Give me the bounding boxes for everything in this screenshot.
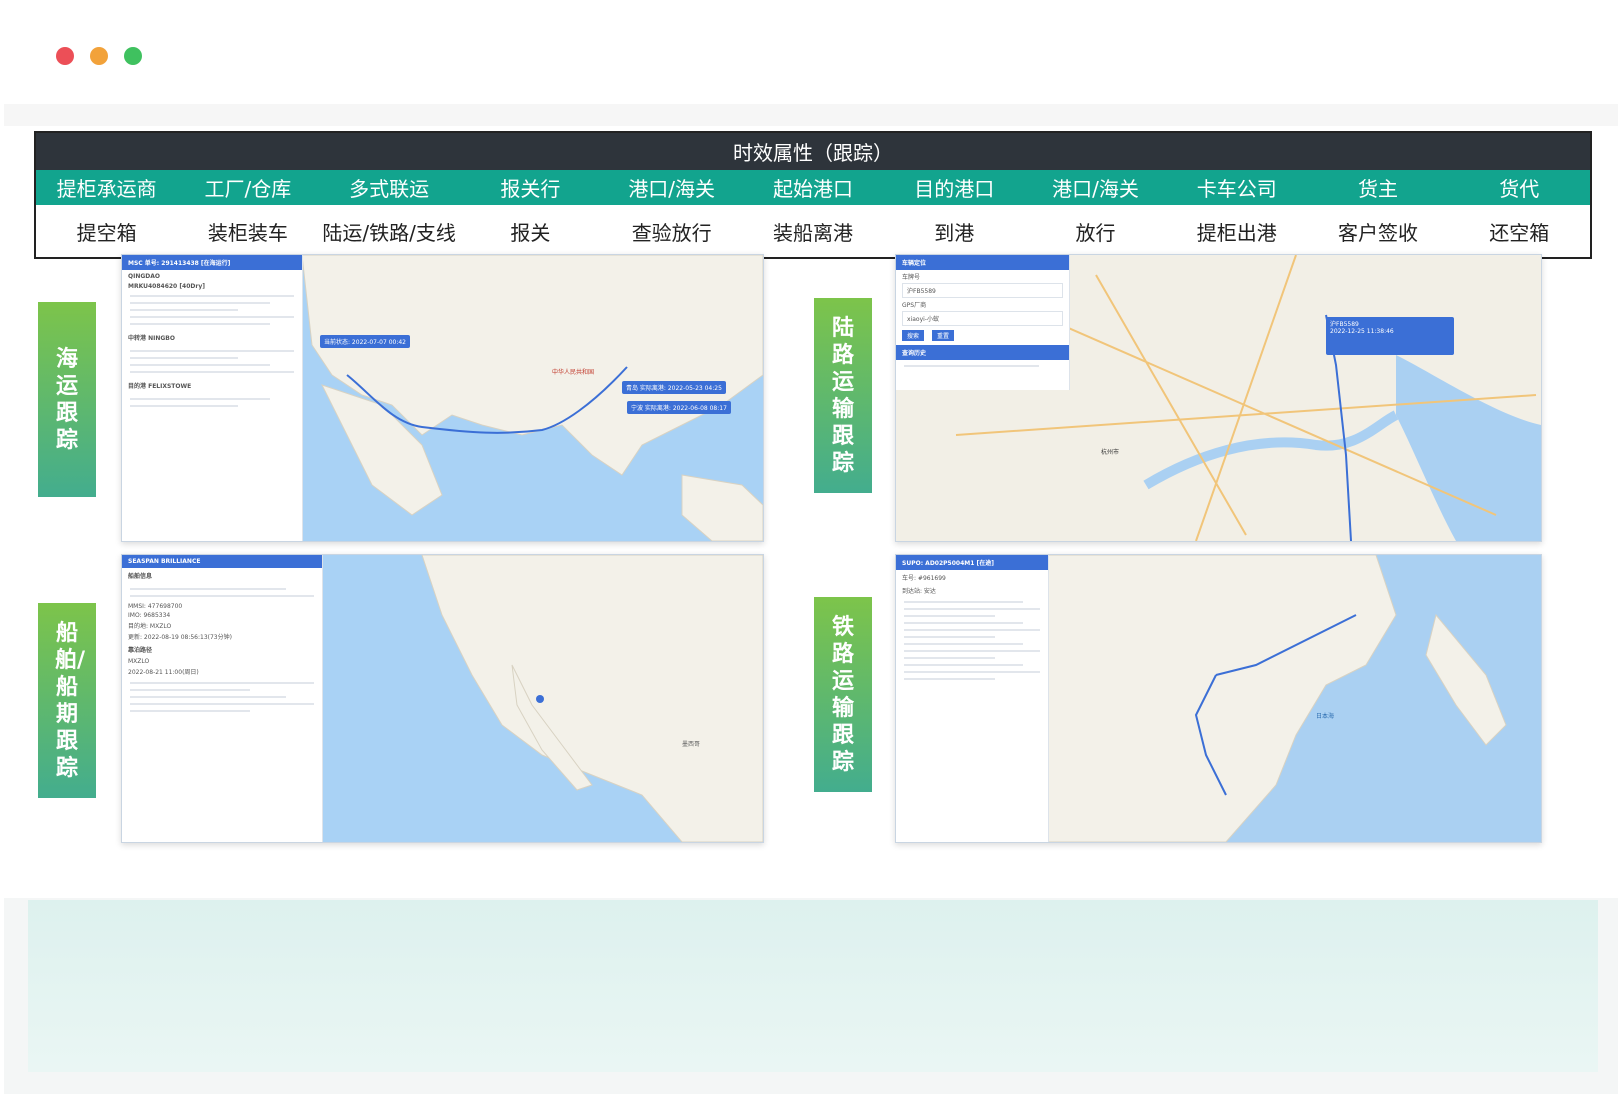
road-panel-title: 车辆定位 xyxy=(896,255,1069,270)
vessel-eta: 2022-08-21 11:00(周日) xyxy=(128,669,199,676)
vessel-imo: IMO: 9685334 xyxy=(128,612,171,619)
road-city-label: 杭州市 xyxy=(1101,449,1120,456)
sea-container[interactable]: MRKU4084620 [40Dry] xyxy=(122,283,302,290)
label-road-text: 陆路运输跟踪 xyxy=(831,315,854,476)
step-cell: 提空箱 xyxy=(76,220,137,245)
label-vessel-text: 船舶/船期跟踪 xyxy=(55,620,86,781)
sea-tracking-screenshot: MSC 单号: 291413438 [在海运行] QINGDAO MRKU408… xyxy=(121,254,764,542)
step-cell: 查验放行 xyxy=(631,220,712,245)
label-rail-tracking: 铁路运输跟踪 xyxy=(814,597,872,792)
rail-car: 车号: #961699 xyxy=(902,575,946,582)
role-cell: 多式联运 xyxy=(349,177,430,201)
top-band xyxy=(4,104,1618,126)
role-cell: 报关行 xyxy=(500,177,561,201)
step-cell: 装柜装车 xyxy=(207,220,288,245)
vessel-map-label: 墨西哥 xyxy=(682,741,701,748)
rail-panel-title: SUPO: AD02P5004M1 [在途] xyxy=(896,555,1048,570)
sea-arrival: 目的港 FELIXSTOWE xyxy=(128,383,192,390)
road-gps-select[interactable]: xiaoyi-小蚁 xyxy=(902,311,1063,326)
role-cell: 起始港口 xyxy=(772,177,853,201)
step-cell: 到港 xyxy=(934,220,975,245)
bottom-panel xyxy=(28,900,1598,1072)
vessel-panel-title: SEASPAN BRILLIANCE xyxy=(122,555,322,568)
step-cell: 报关 xyxy=(510,220,551,245)
role-cell: 港口/海关 xyxy=(1052,177,1139,201)
road-search-button[interactable]: 搜索 xyxy=(902,330,925,341)
maximize-dot[interactable] xyxy=(124,47,142,65)
label-vessel-tracking: 船舶/船期跟踪 xyxy=(38,603,96,798)
road-plate-label: 车牌号 xyxy=(902,274,921,281)
sea-tag-ningbo: 宁波 实际离港: 2022-06-08 08:17 xyxy=(627,401,731,414)
role-cell: 货主 xyxy=(1358,177,1399,201)
sea-tag-current: 当前状态: 2022-07-07 00:42 xyxy=(320,335,410,348)
rail-station: 到达站: 安达 xyxy=(902,588,936,595)
rail-map-label: 日本海 xyxy=(1316,713,1335,720)
vessel-section: 船舶信息 xyxy=(128,573,153,580)
minimize-dot[interactable] xyxy=(90,47,108,65)
road-tracking-screenshot: 车辆定位 车牌号 沪FB5589 GPS厂商 xiaoyi-小蚁 搜索 重置 查… xyxy=(895,254,1542,542)
road-gps-label: GPS厂商 xyxy=(902,302,927,309)
road-plate-input[interactable]: 沪FB5589 xyxy=(902,283,1063,298)
sea-side-panel: MSC 单号: 291413438 [在海运行] QINGDAO MRKU408… xyxy=(122,255,303,541)
close-dot[interactable] xyxy=(56,47,74,65)
step-cell: 装船离港 xyxy=(772,220,853,245)
vessel-port: MXZLO xyxy=(128,658,150,665)
rail-tracking-screenshot: SUPO: AD02P5004M1 [在途] 车号: #961699 到达站: … xyxy=(895,554,1542,843)
sea-panel-title: MSC 单号: 291413438 [在海运行] xyxy=(122,255,302,270)
road-history: 查询历史 xyxy=(896,345,1069,360)
vessel-side-panel: SEASPAN BRILLIANCE 船舶信息 MMSI: 477698700 … xyxy=(122,555,323,842)
road-popup-time: 2022-12-25 11:38:46 xyxy=(1330,328,1394,335)
table-header: 时效属性（跟踪） xyxy=(36,133,1590,170)
step-cell: 提柜出港 xyxy=(1196,220,1277,245)
rail-side-panel: SUPO: AD02P5004M1 [在途] 车号: #961699 到达站: … xyxy=(896,555,1049,842)
steps-row: 提空箱 装柜装车 陆运/铁路/支线 报关 查验放行 装船离港 到港 放行 提柜出港 客户签收 还空箱 xyxy=(36,205,1590,257)
label-sea-text: 海运跟踪 xyxy=(55,346,78,453)
road-reset-button[interactable]: 重置 xyxy=(932,330,955,341)
timeliness-table: 时效属性（跟踪） 提柜承运商 工厂/仓库 多式联运 报关行 港口/海关 起始港口 目的港口 港… xyxy=(34,131,1592,259)
sea-transship: 中转港 NINGBO xyxy=(128,335,175,342)
sea-map-label: 中华人民共和国 xyxy=(552,369,595,376)
label-road-tracking: 陆路运输跟踪 xyxy=(814,298,872,493)
step-cell: 客户签收 xyxy=(1338,220,1419,245)
role-cell: 卡车公司 xyxy=(1196,177,1277,201)
vessel-updated: 更新: 2022-08-19 08:56:13(73分钟) xyxy=(128,634,232,641)
step-cell: 还空箱 xyxy=(1489,220,1550,245)
roles-row: 提柜承运商 工厂/仓库 多式联运 报关行 港口/海关 起始港口 目的港口 港口/海关 卡车公司 货… xyxy=(36,170,1590,205)
label-rail-text: 铁路运输跟踪 xyxy=(831,614,854,775)
role-cell: 港口/海关 xyxy=(628,177,716,201)
road-popup-plate: 沪FB5589 xyxy=(1330,321,1359,328)
role-cell: 货代 xyxy=(1499,177,1540,201)
step-cell: 放行 xyxy=(1075,220,1116,245)
road-popup: 沪FB5589 2022-12-25 11:38:46 xyxy=(1326,317,1454,355)
road-side-panel: 车辆定位 车牌号 沪FB5589 GPS厂商 xiaoyi-小蚁 搜索 重置 查… xyxy=(896,255,1070,390)
role-cell: 提柜承运商 xyxy=(56,177,157,201)
vessel-tracking-screenshot: SEASPAN BRILLIANCE 船舶信息 MMSI: 477698700 … xyxy=(121,554,764,843)
step-cell: 陆运/铁路/支线 xyxy=(322,220,456,245)
role-cell: 目的港口 xyxy=(914,177,995,201)
role-cell: 工厂/仓库 xyxy=(204,177,292,201)
vessel-mmsi: MMSI: 477698700 xyxy=(128,603,183,610)
vessel-route: 靠泊路径 xyxy=(128,647,153,654)
label-sea-tracking: 海运跟踪 xyxy=(38,302,96,497)
window-controls xyxy=(56,47,142,65)
vessel-dest: 目的地: MXZLO xyxy=(128,623,172,630)
sea-tag-qingdao: 青岛 实际离港: 2022-05-23 04:25 xyxy=(622,381,726,394)
sea-pol: QINGDAO xyxy=(128,273,161,280)
